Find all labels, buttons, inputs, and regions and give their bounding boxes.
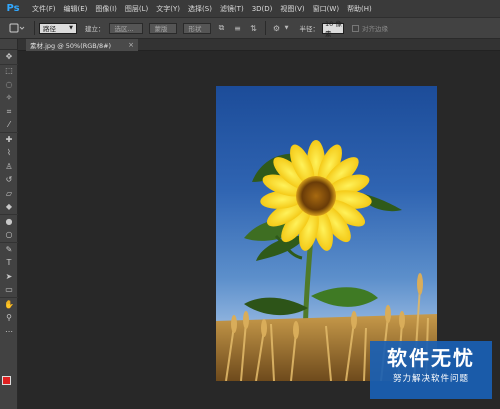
watermark-subtitle: 努力解决软件问题 [392,374,469,384]
type-tool-icon[interactable]: T [0,257,18,271]
radius-label: 半径： [299,25,320,33]
extra-tool-icon[interactable]: ⋯ [0,325,18,339]
options-bar: 路径 ▼ 建立： 选区... 蒙版 形状 ⧉ ≡ ⇅ ⚙ ▼ 半径： 10 像素… [0,17,500,39]
document-tab-title: 素材.jpg @ 50%(RGB/8#) [30,42,112,50]
menu-3d[interactable]: 3D(D) [248,5,277,13]
eyedropper-tool-icon[interactable]: ⁄ [0,119,18,133]
gear-icon[interactable]: ⚙ [272,23,282,33]
path-alignment-icon[interactable]: ≡ [233,23,243,33]
path-arrangement-icon[interactable]: ⇅ [249,23,259,33]
sunflower-image [216,140,437,381]
document-tab-bar: 素材.jpg @ 50%(RGB/8#) × [18,39,500,51]
menu-image[interactable]: 图像(I) [91,4,121,14]
document-image[interactable] [216,86,437,381]
menu-view[interactable]: 视图(V) [276,4,308,14]
watermark-badge: 软件无忧 努力解决软件问题 [370,341,492,399]
menu-select[interactable]: 选择(S) [184,4,216,14]
dodge-tool-icon[interactable]: ○ [0,229,18,243]
menu-bar: Ps 文件(F) 编辑(E) 图像(I) 图层(L) 文字(Y) 选择(S) 滤… [0,0,500,17]
mask-button[interactable]: 蒙版 [148,22,177,34]
path-selection-tool-icon[interactable]: ➤ [0,270,18,284]
menu-edit[interactable]: 编辑(E) [60,4,92,14]
move-tool-icon[interactable]: ✥ [0,50,18,64]
path-operations-icon[interactable]: ⧉ [217,23,227,33]
foreground-color-swatch[interactable] [2,376,11,385]
zoom-tool-icon[interactable]: ⚲ [0,312,18,326]
menu-filter[interactable]: 滤镜(T) [216,4,248,14]
mode-select-value: 路径 [43,25,56,33]
menu-help[interactable]: 帮助(H) [343,4,376,14]
close-icon[interactable]: × [128,41,134,49]
crop-tool-icon[interactable]: ⌗ [0,105,18,119]
marquee-tool-icon[interactable]: ⬚ [0,63,18,79]
selection-button[interactable]: 选区... [108,22,143,34]
history-brush-tool-icon[interactable]: ↺ [0,174,18,188]
build-label: 建立： [85,25,105,33]
tool-preset-picker[interactable] [6,21,28,35]
magic-wand-tool-icon[interactable]: ✧ [0,92,18,106]
align-edges-checkbox[interactable] [352,24,359,32]
eraser-tool-icon[interactable]: ▱ [0,187,18,201]
healing-brush-tool-icon[interactable]: ✚ [0,132,18,147]
align-edges-label: 对齐边缘 [362,25,388,33]
mode-select[interactable]: 路径 ▼ [39,22,77,34]
divider [264,21,266,35]
shape-button[interactable]: 形状 [182,22,211,34]
blur-tool-icon[interactable]: ● [0,214,18,229]
rectangle-shape-icon [9,23,25,33]
chevron-down-icon: ▼ [69,25,73,31]
divider [34,21,35,35]
pen-tool-icon[interactable]: ✎ [0,242,18,257]
menu-type[interactable]: 文字(Y) [152,4,184,14]
watermark-title: 软件无忧 [387,346,475,370]
radius-input[interactable]: 10 像素 [322,20,344,38]
chevron-down-icon[interactable]: ▼ [282,23,292,33]
toolbox-grip[interactable] [0,39,17,50]
app-logo: Ps [6,3,20,14]
lasso-tool-icon[interactable]: ◌ [0,78,18,92]
document-tab[interactable]: 素材.jpg @ 50%(RGB/8#) × [26,39,138,51]
menu-file[interactable]: 文件(F) [28,4,60,14]
color-swatches[interactable] [2,376,16,392]
toolbox: ✥ ⬚ ◌ ✧ ⌗ ⁄ ✚ ⌇ ♙ ↺ ▱ ◆ ● ○ ✎ T ➤ ▭ ✋ ⚲ ⋯ [0,39,18,409]
menu-layer[interactable]: 图层(L) [121,4,152,14]
clone-stamp-tool-icon[interactable]: ♙ [0,160,18,174]
paint-bucket-tool-icon[interactable]: ◆ [0,201,18,215]
hand-tool-icon[interactable]: ✋ [0,297,18,312]
brush-tool-icon[interactable]: ⌇ [0,147,18,161]
rectangle-tool-icon[interactable]: ▭ [0,284,18,298]
menu-window[interactable]: 窗口(W) [309,4,343,14]
